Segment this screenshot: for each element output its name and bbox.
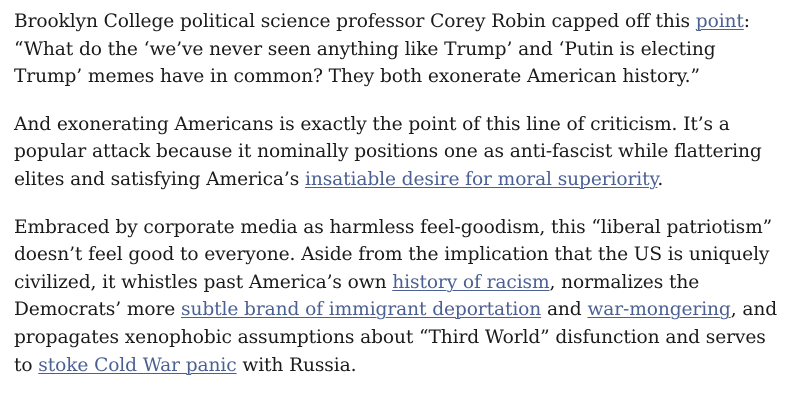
paragraph-text: . xyxy=(657,168,664,190)
link-cold-war-panic[interactable]: stoke Cold War panic xyxy=(38,355,236,376)
paragraph-corey-robin-quote: Brooklyn College political science profe… xyxy=(14,8,783,91)
paragraph-liberal-patriotism: Embraced by corporate media as harmless … xyxy=(14,214,783,380)
link-history-of-racism[interactable]: history of racism xyxy=(392,272,549,293)
paragraph-exonerating-americans: And exonerating Americans is exactly the… xyxy=(14,111,783,194)
paragraph-text: Brooklyn College political science profe… xyxy=(14,11,696,32)
link-point[interactable]: point xyxy=(696,11,744,32)
paragraph-text: with Russia. xyxy=(236,354,357,376)
link-moral-superiority[interactable]: insatiable desire for moral superiority xyxy=(305,169,658,190)
paragraph-text: and xyxy=(541,299,588,321)
link-war-mongering[interactable]: war-mongering xyxy=(587,299,730,320)
article-body: Brooklyn College political science profe… xyxy=(0,0,795,420)
link-immigrant-deportation[interactable]: subtle brand of immigrant deportation xyxy=(181,299,541,320)
